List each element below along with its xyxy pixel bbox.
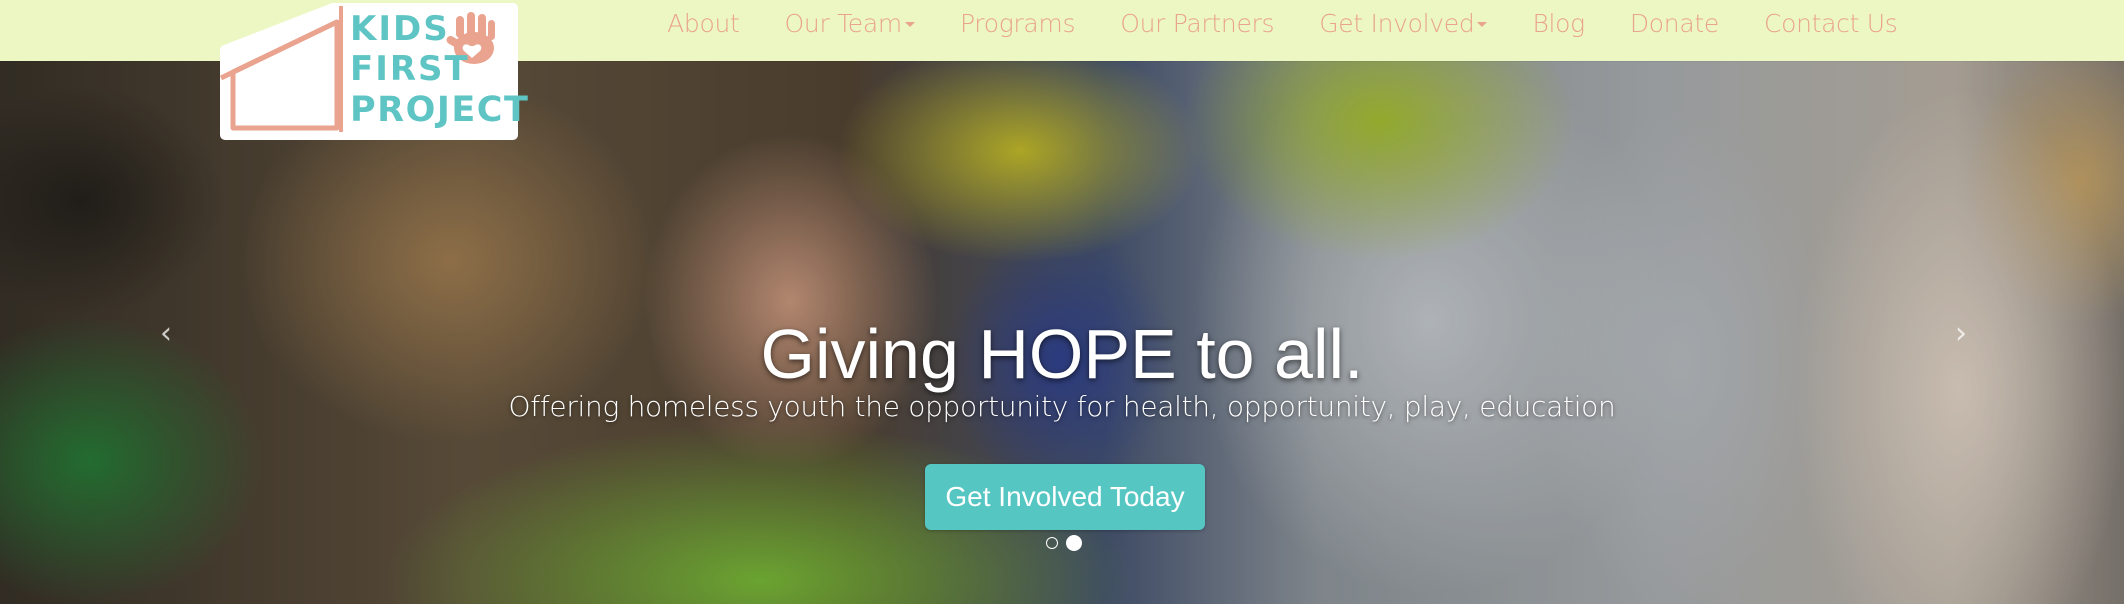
- get-involved-button[interactable]: Get Involved Today: [925, 464, 1205, 530]
- nav-item-programs[interactable]: Programs: [937, 9, 1097, 38]
- site-logo[interactable]: KIDS FIRST PROJECT: [213, 0, 528, 140]
- nav-item-label: Blog: [1532, 8, 1585, 38]
- hero-subheadline: Offering homeless youth the opportunity …: [508, 390, 1616, 423]
- nav-item-label: Our Partners: [1120, 8, 1275, 38]
- main-nav: About Our Team Programs Our Partners Get…: [645, 0, 1920, 46]
- caret-down-icon: [1477, 22, 1488, 27]
- nav-item-label: Programs: [959, 8, 1076, 38]
- nav-item-label: About: [667, 8, 740, 38]
- nav-item-about[interactable]: About: [645, 9, 762, 38]
- nav-item-label: Contact Us: [1763, 8, 1898, 38]
- nav-item-our-partners[interactable]: Our Partners: [1098, 9, 1297, 38]
- carousel-dot-active[interactable]: [1066, 535, 1082, 551]
- logo-word: PROJECT: [350, 90, 530, 130]
- logo-word: FIRST: [350, 49, 470, 89]
- nav-item-label: Get Involved: [1319, 8, 1475, 38]
- nav-item-contact-us[interactable]: Contact Us: [1741, 9, 1920, 38]
- nav-item-blog[interactable]: Blog: [1510, 9, 1607, 38]
- hero-carousel: ‹ › Giving HOPE to all. Offering homeles…: [0, 61, 2124, 604]
- carousel-indicators: [1046, 535, 1082, 551]
- carousel-dot[interactable]: [1046, 537, 1058, 549]
- logo-word: KIDS: [350, 9, 450, 49]
- nav-item-label: Our Team: [784, 8, 903, 38]
- hero-headline: Giving HOPE to all.: [760, 315, 1364, 393]
- nav-item-label: Donate: [1629, 8, 1719, 38]
- nav-item-donate[interactable]: Donate: [1607, 9, 1741, 38]
- nav-item-our-team[interactable]: Our Team: [762, 9, 937, 38]
- nav-item-get-involved[interactable]: Get Involved: [1297, 9, 1510, 38]
- caret-down-icon: [904, 22, 915, 27]
